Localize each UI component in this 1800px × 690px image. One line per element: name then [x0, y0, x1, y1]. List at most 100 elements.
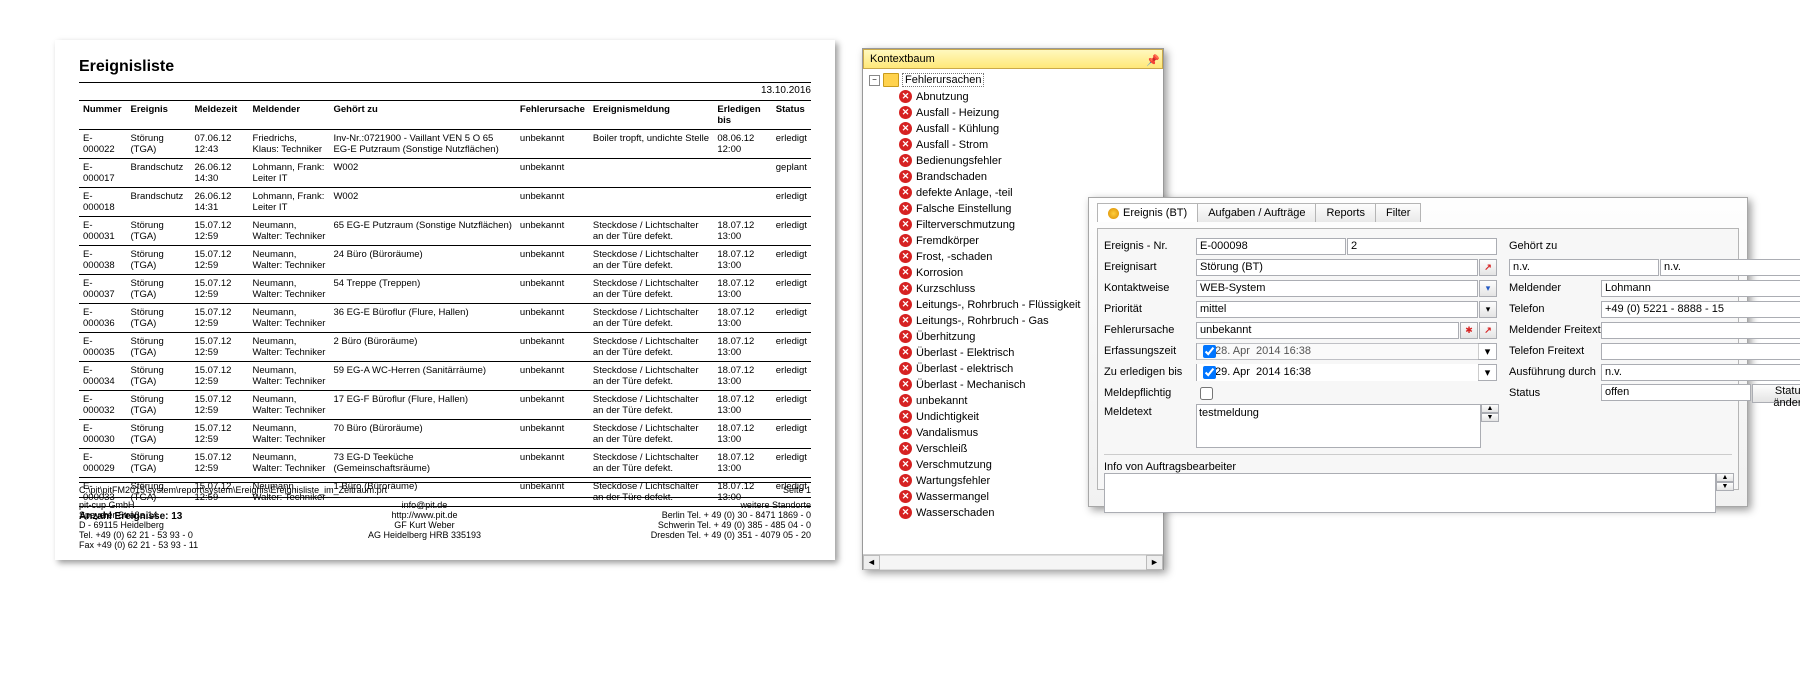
input-erledigen[interactable] — [1197, 364, 1478, 381]
tab[interactable]: Filter — [1375, 203, 1421, 222]
status-change-button[interactable]: Status ändern — [1752, 384, 1800, 403]
tree-item[interactable]: ✕Ausfall - Strom — [899, 138, 1157, 151]
error-icon: ✕ — [899, 506, 912, 519]
textarea-meldetext[interactable]: testmeldung — [1196, 404, 1481, 448]
error-icon: ✕ — [899, 186, 912, 199]
tree-item-label: unbekannt — [916, 395, 967, 407]
scroll-down-icon[interactable]: ▼ — [1481, 413, 1499, 422]
scroll-up-icon[interactable]: ▲ — [1716, 473, 1734, 482]
tree-item-label: Fremdkörper — [916, 235, 979, 247]
tree-item[interactable]: ✕ Brandschaden — [899, 170, 1157, 183]
table-row: E-000037Störung (TGA)15.07.12 12:59Neuma… — [79, 275, 811, 304]
tree-item[interactable]: ✕Ausfall - Heizung — [899, 106, 1157, 119]
lookup-icon[interactable]: ↗ — [1479, 259, 1497, 276]
col-header: Ereignis — [126, 101, 190, 130]
scroll-right-icon[interactable]: ► — [1146, 555, 1163, 570]
error-icon: ✕ — [899, 490, 912, 503]
error-icon: ✕ — [899, 474, 912, 487]
input-prio[interactable] — [1196, 301, 1478, 318]
input-nr-seq[interactable] — [1347, 238, 1497, 255]
table-row: E-000034Störung (TGA)15.07.12 12:59Neuma… — [79, 362, 811, 391]
scroll-track[interactable] — [880, 555, 1146, 570]
error-icon: ✕ — [899, 346, 912, 359]
tab[interactable]: Reports — [1315, 203, 1376, 222]
tree-item-label: Kurzschluss — [916, 283, 975, 295]
input-telefon[interactable] — [1601, 301, 1800, 318]
error-icon: ✕ — [899, 234, 912, 247]
tree-item-label: Überlast - elektrisch — [916, 363, 1013, 375]
tree-item-label: Leitungs-, Rohrbruch - Flüssigkeit — [916, 299, 1080, 311]
error-icon: ✕ — [899, 250, 912, 263]
input-art[interactable] — [1196, 259, 1478, 276]
tree-item-label: Wassermangel — [916, 491, 989, 503]
tree-item-label: Brandschaden — [916, 171, 987, 183]
scroll-down-icon[interactable]: ▼ — [1716, 482, 1734, 491]
pin-icon[interactable]: 📌 — [1146, 54, 1156, 64]
label-ausf: Ausführung durch — [1509, 366, 1601, 378]
table-row: E-000031Störung (TGA)15.07.12 12:59Neuma… — [79, 217, 811, 246]
error-icon: ✕ — [899, 298, 912, 311]
dropdown-icon[interactable]: ▾ — [1479, 280, 1497, 297]
input-meldfrei[interactable] — [1601, 322, 1800, 339]
report-page: Seite 1 — [783, 485, 811, 495]
input-erfasst — [1197, 343, 1478, 360]
table-row: E-000032Störung (TGA)15.07.12 12:59Neuma… — [79, 391, 811, 420]
table-row: E-000035Störung (TGA)15.07.12 12:59Neuma… — [79, 333, 811, 362]
tree-item-label: Ausfall - Kühlung — [916, 123, 999, 135]
dropdown-icon[interactable]: ▾ — [1479, 301, 1497, 318]
label-prio: Priorität — [1104, 303, 1196, 315]
chk-meldepflicht[interactable] — [1200, 387, 1213, 400]
input-telfrei[interactable] — [1601, 343, 1800, 360]
label-info: Info von Auftragsbearbeiter — [1104, 459, 1236, 473]
input-meldender[interactable] — [1601, 280, 1800, 297]
label-art: Ereignisart — [1104, 261, 1196, 273]
footer-col-3: weitere StandorteBerlin Tel. + 49 (0) 30… — [651, 500, 811, 550]
error-icon: ✕ — [899, 282, 912, 295]
input-status[interactable] — [1601, 384, 1751, 401]
input-gehoert-1[interactable] — [1509, 259, 1659, 276]
date-enable-chk[interactable] — [1203, 365, 1216, 380]
tree-item[interactable]: ✕Ausfall - Kühlung — [899, 122, 1157, 135]
label-gehoert: Gehört zu — [1509, 240, 1601, 252]
tree-root-label[interactable]: Fehlerursachen — [902, 73, 984, 87]
tab[interactable]: Ereignis (BT) — [1097, 203, 1198, 222]
input-kontakt[interactable] — [1196, 280, 1478, 297]
label-meldender: Meldender — [1509, 282, 1601, 294]
error-icon: ✕ — [899, 330, 912, 343]
textarea-info[interactable] — [1104, 473, 1716, 513]
tree-item-label: Verschleiß — [916, 443, 967, 455]
input-ausf[interactable] — [1601, 364, 1800, 381]
input-gehoert-2[interactable] — [1660, 259, 1800, 276]
date-enable-chk[interactable] — [1203, 344, 1216, 359]
tab[interactable]: Aufgaben / Aufträge — [1197, 203, 1316, 222]
error-icon: ✕ — [899, 90, 912, 103]
tree-item-label: Falsche Einstellung — [916, 203, 1011, 215]
horizontal-scrollbar[interactable]: ◄ ► — [863, 554, 1163, 569]
tree-item-label: Ausfall - Heizung — [916, 107, 999, 119]
input-nr[interactable] — [1196, 238, 1346, 255]
tree-item-label: Überlast - Elektrisch — [916, 347, 1014, 359]
scroll-left-icon[interactable]: ◄ — [863, 555, 880, 570]
required-icon[interactable]: ✱ — [1460, 322, 1478, 339]
tree-item[interactable]: ✕Abnutzung — [899, 90, 1157, 103]
lookup-icon[interactable]: ↗ — [1479, 322, 1497, 339]
error-icon: ✕ — [899, 170, 912, 183]
label-meldfrei: Meldender Freitext — [1509, 324, 1601, 336]
error-icon: ✕ — [899, 314, 912, 327]
label-ursache: Fehlerursache — [1104, 324, 1196, 336]
scroll-up-icon[interactable]: ▲ — [1481, 404, 1499, 413]
table-row: E-000018Brandschutz26.06.12 14:31Lohmann… — [79, 188, 811, 217]
table-row: E-000029Störung (TGA)15.07.12 12:59Neuma… — [79, 449, 811, 478]
tree-item-label: Bedienungsfehler — [916, 155, 1002, 167]
table-row: E-000017Brandschutz26.06.12 14:30Lohmann… — [79, 159, 811, 188]
error-icon: ✕ — [899, 410, 912, 423]
label-erfasst: Erfassungszeit — [1104, 345, 1196, 357]
report-path: C:\pit\pitFM2015\system\report\system\Er… — [79, 485, 387, 495]
input-ursache[interactable] — [1196, 322, 1459, 339]
tree-item-label: Frost, -schaden — [916, 251, 992, 263]
tree-item[interactable]: ✕Bedienungsfehler — [899, 154, 1157, 167]
calendar-icon[interactable]: ▾ — [1478, 344, 1496, 359]
calendar-icon[interactable]: ▾ — [1478, 365, 1496, 380]
collapse-icon[interactable]: − — [869, 75, 880, 86]
col-header: Nummer — [79, 101, 126, 130]
